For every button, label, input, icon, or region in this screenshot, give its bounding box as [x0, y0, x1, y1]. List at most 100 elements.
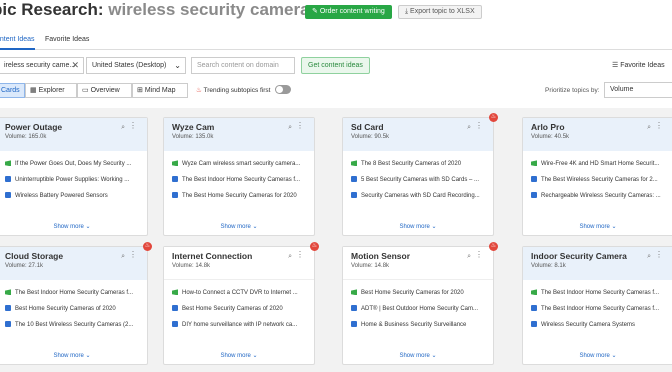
list-item[interactable]: ADT® | Best Outdoor Home Security Cam... — [351, 301, 485, 317]
show-more-link[interactable]: Show more ⌄ — [343, 352, 493, 359]
list-item[interactable]: DIY home surveillance with IP network ca… — [172, 317, 306, 333]
idea-title: Wireless Battery Powered Sensors — [15, 193, 108, 199]
idea-title: The Best Indoor Home Security Cameras f.… — [15, 290, 134, 296]
list-item[interactable]: The Best Indoor Home Security Cameras f.… — [531, 301, 665, 317]
show-more-link[interactable]: Show more ⌄ — [0, 223, 147, 230]
document-icon — [351, 321, 357, 328]
document-icon — [5, 305, 11, 312]
idea-title: The 10 Best Wireless Security Cameras (2… — [15, 322, 134, 328]
show-more-link[interactable]: Show more ⌄ — [523, 223, 672, 230]
list-item[interactable]: The Best Indoor Home Security Cameras f.… — [531, 285, 665, 301]
list-item[interactable]: The 10 Best Wireless Security Cameras (2… — [5, 317, 139, 333]
search-icon[interactable]: ⌕ — [121, 124, 125, 132]
chevron-down-icon: ⌄ — [252, 353, 258, 359]
megaphone-icon — [531, 160, 537, 167]
close-icon[interactable]: ✕ — [71, 58, 79, 73]
card-ideas-list: How-to Connect a CCTV DVR to Internet ..… — [164, 280, 314, 333]
list-item[interactable]: Best Home Security Cameras of 2020 — [5, 301, 139, 317]
list-item[interactable]: If the Power Goes Out, Does My Security … — [5, 156, 139, 172]
card-header: Indoor Security Camera Volume: 8.1k ⌕ ⋮ — [523, 247, 672, 280]
more-vertical-icon[interactable]: ⋮ — [129, 122, 137, 130]
export-xlsx-button[interactable]: ⤓ Export topic to XLSX — [398, 5, 482, 19]
topic-card[interactable]: Power Outage Volume: 165.0k ⌕ ⋮ If the Power… — [0, 117, 148, 236]
card-header: Power Outage Volume: 165.0k ⌕ ⋮ — [0, 118, 147, 151]
document-icon — [351, 176, 357, 183]
order-content-writing-button[interactable]: ✎ Order content writing — [305, 5, 392, 19]
list-item[interactable]: 5 Best Security Cameras with SD Cards – … — [351, 172, 485, 188]
topic-card[interactable]: Motion Sensor Volume: 14.8k ⌕ ⋮ Best Home Se… — [342, 246, 494, 365]
list-item[interactable]: Rechargeable Wireless Security Cameras: … — [531, 188, 665, 204]
view-overview-button[interactable]: ▭ Overview — [77, 83, 132, 98]
topic-card[interactable]: Cloud Storage Volume: 27.1k ⌕ ⋮ The Best Ind… — [0, 246, 148, 365]
list-item[interactable]: The Best Indoor Home Security Cameras f.… — [172, 172, 306, 188]
search-icon[interactable]: ⌕ — [288, 253, 292, 261]
view-mindmap-button[interactable]: ⊞ Mind Map — [132, 83, 188, 98]
card-title: Arlo Pro — [531, 122, 565, 132]
trending-fire-icon: ♨ — [310, 242, 319, 251]
more-vertical-icon[interactable]: ⋮ — [655, 122, 663, 130]
trending-fire-icon: ♨ — [489, 242, 498, 251]
view-explorer-button[interactable]: ▦ Explorer — [25, 83, 77, 98]
list-item[interactable]: Security Cameras with SD Card Recording.… — [351, 188, 485, 204]
search-icon[interactable]: ⌕ — [647, 124, 651, 132]
chevron-down-icon: ⌄ — [85, 353, 91, 359]
show-more-link[interactable]: Show more ⌄ — [164, 352, 314, 359]
list-item[interactable]: Home & Business Security Surveillance — [351, 317, 485, 333]
document-icon — [351, 305, 357, 312]
show-more-link[interactable]: Show more ⌄ — [164, 223, 314, 230]
more-vertical-icon[interactable]: ⋮ — [475, 122, 483, 130]
cards-label: Cards — [1, 87, 20, 94]
show-more-link[interactable]: Show more ⌄ — [343, 223, 493, 230]
list-item[interactable]: Wireless Security Camera Systems — [531, 317, 665, 333]
search-icon[interactable]: ⌕ — [647, 253, 651, 261]
list-item[interactable]: Wire-Free 4K and HD Smart Home Securit..… — [531, 156, 665, 172]
card-volume: Volume: 27.1k — [5, 263, 44, 269]
list-item[interactable]: Best Home Security Cameras for 2020 — [351, 285, 485, 301]
more-vertical-icon[interactable]: ⋮ — [655, 251, 663, 259]
fire-icon: ♨ — [196, 87, 202, 94]
list-item[interactable]: The Best Home Security Cameras for 2020 — [172, 188, 306, 204]
more-vertical-icon[interactable]: ⋮ — [475, 251, 483, 259]
topic-card[interactable]: Internet Connection Volume: 14.8k ⌕ ⋮ How-to… — [163, 246, 315, 365]
topic-card[interactable]: Indoor Security Camera Volume: 8.1k ⌕ ⋮ The … — [522, 246, 672, 365]
table-icon: ▦ — [30, 87, 39, 94]
location-select[interactable]: United States (Desktop) ⌄ — [86, 57, 186, 74]
list-item[interactable]: Wyze Cam wireless smart security camera.… — [172, 156, 306, 172]
favorite-ideas-link[interactable]: ☰ Favorite Ideas — [612, 61, 665, 69]
topic-card[interactable]: Sd Card Volume: 90.5k ⌕ ⋮ The 8 Best Securit… — [342, 117, 494, 236]
show-more-link[interactable]: Show more ⌄ — [0, 352, 147, 359]
card-title: Motion Sensor — [351, 251, 411, 261]
document-icon — [172, 192, 178, 199]
prioritize-select[interactable]: Volume — [604, 82, 672, 98]
topic-card[interactable]: Wyze Cam Volume: 135.0k ⌕ ⋮ Wyze Cam wireles… — [163, 117, 315, 236]
list-item[interactable]: The Best Wireless Security Cameras for 2… — [531, 172, 665, 188]
prioritize-label: Prioritize topics by: — [545, 87, 600, 94]
more-vertical-icon[interactable]: ⋮ — [296, 251, 304, 259]
trending-toggle[interactable] — [275, 85, 291, 94]
document-icon — [172, 305, 178, 312]
view-cards-button[interactable]: Cards — [0, 83, 25, 98]
search-icon[interactable]: ⌕ — [121, 253, 125, 261]
document-icon — [531, 305, 537, 312]
show-more-link[interactable]: Show more ⌄ — [523, 352, 672, 359]
list-item[interactable]: Uninterruptible Power Supplies: Working … — [5, 172, 139, 188]
search-icon[interactable]: ⌕ — [467, 124, 471, 132]
list-item[interactable]: Wireless Battery Powered Sensors — [5, 188, 139, 204]
more-vertical-icon[interactable]: ⋮ — [129, 251, 137, 259]
tab-content-ideas[interactable]: ontent Ideas — [0, 36, 35, 50]
get-content-ideas-button[interactable]: Get content ideas — [301, 57, 370, 74]
list-item[interactable]: Best Home Security Cameras of 2020 — [172, 301, 306, 317]
chevron-down-icon: ⌄ — [611, 353, 617, 359]
search-icon[interactable]: ⌕ — [467, 253, 471, 261]
tab-bar: ontent Ideas Favorite Ideas — [0, 32, 672, 50]
domain-search-input[interactable]: Search content on domain — [191, 57, 295, 74]
list-item[interactable]: The Best Indoor Home Security Cameras f.… — [5, 285, 139, 301]
keyword-input[interactable]: ireless security came... ✕ — [0, 57, 84, 74]
more-vertical-icon[interactable]: ⋮ — [296, 122, 304, 130]
card-volume: Volume: 90.5k — [351, 134, 390, 140]
list-item[interactable]: How-to Connect a CCTV DVR to Internet ..… — [172, 285, 306, 301]
tab-favorite-ideas[interactable]: Favorite Ideas — [45, 36, 89, 43]
search-icon[interactable]: ⌕ — [288, 124, 292, 132]
list-item[interactable]: The 8 Best Security Cameras of 2020 — [351, 156, 485, 172]
topic-card[interactable]: Arlo Pro Volume: 40.5k ⌕ ⋮ Wire-Free 4K and … — [522, 117, 672, 236]
